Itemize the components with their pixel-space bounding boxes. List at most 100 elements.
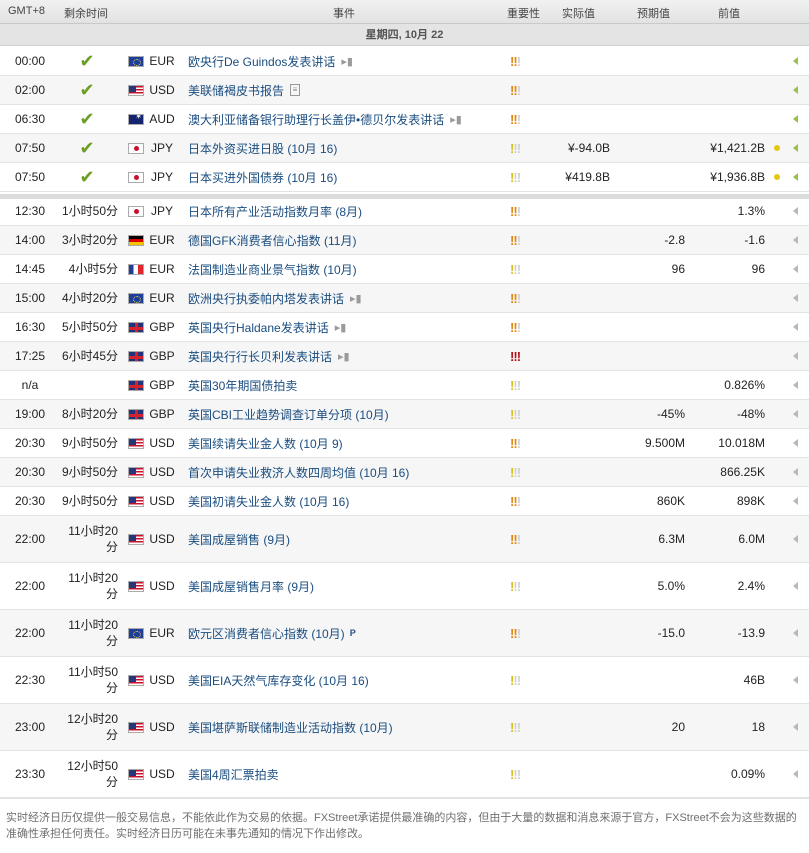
forecast-value: 860K: [656, 494, 685, 508]
gb-flag: [126, 313, 146, 341]
expand-arrow-icon[interactable]: [790, 105, 800, 133]
forecast-value: [615, 284, 685, 312]
event-name[interactable]: 欧洲央行执委帕内塔发表讲话 ▸▮: [188, 284, 498, 312]
importance-indicator: !!!: [510, 578, 521, 594]
expand-arrow-icon[interactable]: [790, 197, 800, 225]
event-name[interactable]: 美国初请失业金人数 (10月 16): [188, 487, 498, 515]
actual-value: [545, 47, 610, 75]
event-name[interactable]: 英国央行行长贝利发表讲话 ▸▮: [188, 342, 498, 370]
table-row[interactable]: 22:00 11小时20 分 USD 美国成屋销售 (9月)!!! 6.3M 6.0M: [0, 516, 809, 563]
forecast-value: [615, 458, 685, 486]
table-row[interactable]: 22:00 11小时20 分 EUR 欧元区消费者信心指数 (10月) P!!! -15.0…: [0, 610, 809, 657]
expand-arrow-icon[interactable]: [790, 516, 800, 562]
expand-arrow-icon[interactable]: [790, 284, 800, 312]
table-row[interactable]: 23:30 12小时50 分 USD 美国4周汇票拍卖!!! 0.09%: [0, 751, 809, 798]
event-time: 14:00: [14, 233, 46, 247]
importance-header: 重要性: [507, 8, 540, 20]
expand-arrow-icon[interactable]: [790, 134, 800, 162]
time-remaining: 6小时45分: [61, 349, 118, 363]
time-remaining: 11小时20 分: [68, 524, 118, 554]
actual-value: [545, 657, 610, 703]
table-row[interactable]: 19:00 8小时20分 GBP 英国CBI工业趋势调查订单分项 (10月)!!! -4…: [0, 400, 809, 429]
eu-flag: [126, 610, 146, 656]
importance-indicator: !!!: [510, 464, 521, 480]
expand-arrow-icon[interactable]: [790, 313, 800, 341]
event-name[interactable]: 英国央行Haldane发表讲话 ▸▮: [188, 313, 498, 341]
event-name[interactable]: 澳大利亚储备银行助理行长盖伊•德贝尔发表讲话 ▸▮: [188, 105, 498, 133]
expand-arrow-icon[interactable]: [790, 563, 800, 609]
preliminary-icon: P: [349, 628, 356, 638]
table-row[interactable]: 22:00 11小时20 分 USD 美国成屋销售月率 (9月)!!! 5.0% 2.4%: [0, 563, 809, 610]
table-row[interactable]: n/a GBP 英国30年期国债拍卖!!! 0.826%: [0, 371, 809, 400]
table-row[interactable]: 17:25 6小时45分 GBP 英国央行行长贝利发表讲话 ▸▮!!!: [0, 342, 809, 371]
expand-arrow-icon[interactable]: [790, 371, 800, 399]
expand-arrow-icon[interactable]: [790, 429, 800, 457]
event-name[interactable]: 美国续请失业金人数 (10月 9): [188, 429, 498, 457]
importance-indicator: !!!: [510, 348, 521, 364]
us-flag: [126, 751, 146, 797]
table-row[interactable]: 07:50 ✔ JPY 日本外资买进日股 (10月 16)!!! ¥-94.0B ¥1,4…: [0, 134, 809, 163]
expand-arrow-icon[interactable]: [790, 342, 800, 370]
expand-arrow-icon[interactable]: [790, 47, 800, 75]
expand-arrow-icon[interactable]: [790, 751, 800, 797]
event-name[interactable]: 日本外资买进日股 (10月 16): [188, 134, 498, 162]
expand-arrow-icon[interactable]: [790, 400, 800, 428]
forecast-value: 20: [671, 720, 685, 734]
event-name[interactable]: 美国4周汇票拍卖: [188, 751, 498, 797]
previous-header: 前值: [718, 8, 740, 20]
table-row[interactable]: 20:30 9小时50分 USD 首次申请失业救济人数四周均值 (10月 16)!!!…: [0, 458, 809, 487]
event-name[interactable]: 法国制造业商业景气指数 (10月): [188, 255, 498, 283]
event-name[interactable]: 首次申请失业救济人数四周均值 (10月 16): [188, 458, 498, 486]
gb-flag: [126, 342, 146, 370]
event-name[interactable]: 美国堪萨斯联储制造业活动指数 (10月): [188, 704, 498, 750]
microphone-icon: ▸▮: [350, 292, 362, 305]
time-remaining: 9小时50分: [61, 465, 118, 479]
table-row[interactable]: 20:30 9小时50分 USD 美国续请失业金人数 (10月 9)!!! 9.500M…: [0, 429, 809, 458]
event-name[interactable]: 德国GFK消费者信心指数 (11月): [188, 226, 498, 254]
forecast-value: [615, 163, 685, 191]
actual-value: [545, 704, 610, 750]
expand-arrow-icon[interactable]: [790, 610, 800, 656]
table-row[interactable]: 15:00 4小时20分 EUR 欧洲央行执委帕内塔发表讲话 ▸▮!!!: [0, 284, 809, 313]
table-row[interactable]: 02:00 ✔ USD 美联储褐皮书报告 ≡!!!: [0, 76, 809, 105]
event-name[interactable]: 美联储褐皮书报告 ≡: [188, 76, 498, 104]
event-name[interactable]: 美国EIA天然气库存变化 (10月 16): [188, 657, 498, 703]
table-row[interactable]: 14:00 3小时20分 EUR 德国GFK消费者信心指数 (11月)!!! -2.8 -…: [0, 226, 809, 255]
expand-arrow-icon[interactable]: [790, 458, 800, 486]
table-row[interactable]: 14:45 4小时5分 EUR 法国制造业商业景气指数 (10月)!!! 96 96: [0, 255, 809, 284]
importance-indicator: !!!: [510, 82, 521, 98]
table-row[interactable]: 06:30 ✔ AUD 澳大利亚储备银行助理行长盖伊•德贝尔发表讲话▸▮!!!: [0, 105, 809, 134]
expand-arrow-icon[interactable]: [790, 76, 800, 104]
event-name[interactable]: 日本所有产业活动指数月率 (8月): [188, 197, 498, 225]
table-row[interactable]: 12:30 1小时50分 JPY 日本所有产业活动指数月率 (8月)!!! 1.3%: [0, 197, 809, 226]
table-header: GMT+8 剩余时间 事件 重要性 实际值 预期值 前值: [0, 0, 809, 24]
table-row[interactable]: 16:30 5小时50分 GBP 英国央行Haldane发表讲话 ▸▮!!!: [0, 313, 809, 342]
event-name[interactable]: 美国成屋销售 (9月): [188, 516, 498, 562]
event-time: 20:30: [14, 494, 46, 508]
event-name[interactable]: 英国CBI工业趋势调查订单分项 (10月): [188, 400, 498, 428]
table-row[interactable]: 07:50 ✔ JPY 日本买进外国债券 (10月 16)!!! ¥419.8B ¥1,9…: [0, 163, 809, 192]
event-name[interactable]: 美国成屋销售月率 (9月): [188, 563, 498, 609]
event-name[interactable]: 英国30年期国债拍卖: [188, 371, 498, 399]
time-remaining: 8小时20分: [61, 407, 118, 421]
previous-value: [690, 284, 765, 312]
gmt-header[interactable]: GMT+8: [8, 5, 45, 17]
expand-arrow-icon[interactable]: [790, 487, 800, 515]
table-row[interactable]: 23:00 12小时20 分 USD 美国堪萨斯联储制造业活动指数 (10月)!!! 20…: [0, 704, 809, 751]
expand-arrow-icon[interactable]: [790, 704, 800, 750]
event-name[interactable]: 欧元区消费者信心指数 (10月) P: [188, 610, 498, 656]
event-name[interactable]: 日本买进外国债券 (10月 16): [188, 163, 498, 191]
event-time: 22:00: [14, 579, 46, 593]
expand-arrow-icon[interactable]: [790, 657, 800, 703]
table-row[interactable]: 20:30 9小时50分 USD 美国初请失业金人数 (10月 16)!!! 860K 8…: [0, 487, 809, 516]
expand-arrow-icon[interactable]: [790, 163, 800, 191]
event-time: 23:00: [14, 720, 46, 734]
time-remaining: 4小时5分: [68, 262, 118, 276]
expand-arrow-icon[interactable]: [790, 226, 800, 254]
table-row[interactable]: 00:00 ✔ EUR 欧央行De Guindos发表讲话 ▸▮!!!: [0, 47, 809, 76]
table-row[interactable]: 22:30 11小时50 分 USD 美国EIA天然气库存变化 (10月 16)!!! 4…: [0, 657, 809, 704]
event-time: 16:30: [14, 320, 46, 334]
event-name[interactable]: 欧央行De Guindos发表讲话 ▸▮: [188, 47, 498, 75]
expand-arrow-icon[interactable]: [790, 255, 800, 283]
forecast-value: [615, 105, 685, 133]
